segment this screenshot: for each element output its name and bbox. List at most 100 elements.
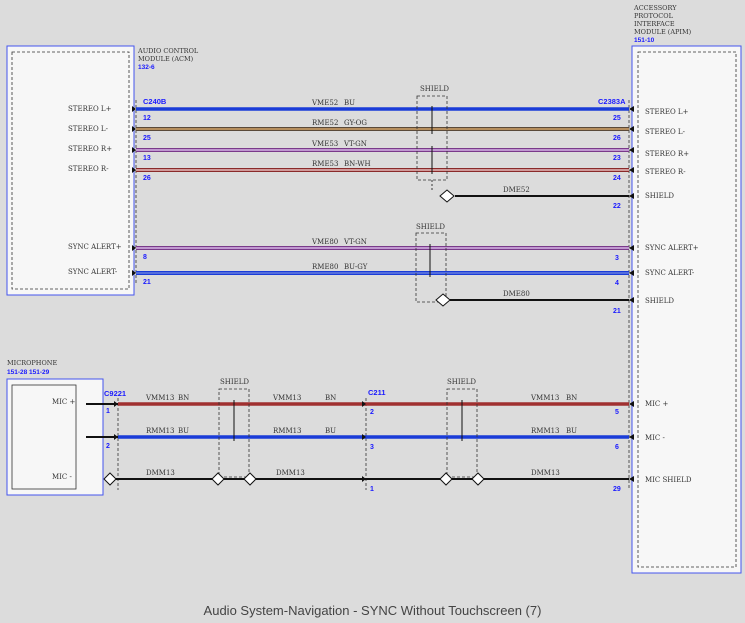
wire-circuit: VME52 — [311, 99, 338, 107]
apim-ref: 151-10 — [634, 37, 655, 44]
acm-pin-label: STEREO R- — [68, 165, 109, 173]
apim-pin-number: 24 — [613, 175, 621, 182]
wire-circuit: DMM13 — [146, 469, 175, 477]
wire-circuit: VMM13 — [145, 394, 174, 402]
mic-wires — [86, 402, 629, 480]
shield-drain-diamond — [439, 472, 453, 486]
wire-color: GY-OG — [344, 119, 367, 127]
apim-pin-label: MIC SHIELD — [645, 476, 692, 484]
acm-ref: 132-6 — [138, 64, 155, 71]
microphone-name: MICROPHONE — [7, 359, 57, 367]
apim-pin-label: SHIELD — [645, 297, 674, 305]
apim-pin-label: SYNC ALERT- — [645, 269, 695, 277]
acm-pin-label: STEREO R+ — [68, 145, 112, 153]
c211-pin-number: 3 — [370, 444, 374, 451]
wire-color: BU — [325, 427, 336, 435]
shield-label: SHIELD — [416, 223, 445, 231]
diagram-page: { "caption": "Audio System-Navigation - … — [0, 0, 745, 623]
wire-color: BN — [178, 394, 189, 402]
apim-pin-number: 21 — [613, 308, 621, 315]
acm-pin-number: 21 — [143, 279, 151, 286]
wire-circuit: DME52 — [503, 186, 530, 194]
wire-circuit: DMM13 — [276, 469, 305, 477]
wire-circuit: VME80 — [311, 238, 338, 246]
acm-name-line2: MODULE (ACM) — [138, 55, 194, 63]
wire-color: BN — [325, 394, 336, 402]
wire-circuit: VMM13 — [530, 394, 559, 402]
acm-pin-number: 25 — [143, 135, 151, 142]
acm-connector-id: C240B — [143, 97, 167, 106]
apim-pin-label: SYNC ALERT+ — [645, 244, 699, 252]
wire-color: BU — [178, 427, 189, 435]
apim-pin-label: MIC - — [645, 434, 666, 442]
apim-pin-number: 25 — [613, 115, 621, 122]
acm-pin-label: SYNC ALERT- — [68, 268, 118, 276]
wire-circuit: RME53 — [312, 160, 338, 168]
stereo-wires — [136, 107, 629, 197]
wire-color: BN — [566, 394, 577, 402]
apim-pin-number: 6 — [615, 444, 619, 451]
wire-labels: VME52 BU RME52 GY-OG VME53 VT-GN RME53 B… — [145, 99, 577, 477]
acm-pin-label: SYNC ALERT+ — [68, 243, 122, 251]
apim-pin-label: MIC + — [645, 400, 669, 408]
mic-pin-label: MIC - — [52, 473, 73, 481]
wire-circuit: RMM13 — [146, 427, 175, 435]
mic-pin-number: 1 — [106, 408, 110, 415]
wire-color: VT-GN — [343, 140, 367, 148]
acm-name-line1: AUDIO CONTROL — [137, 47, 199, 55]
mic-pin-label: MIC + — [52, 398, 76, 406]
shield-label: SHIELD — [447, 378, 476, 386]
wire-circuit: RMM13 — [531, 427, 560, 435]
wire-circuit: RME80 — [312, 263, 338, 271]
shield-drain-diamond — [471, 472, 485, 486]
wire-circuit: RMM13 — [273, 427, 302, 435]
wire-circuit: DMM13 — [531, 469, 560, 477]
acm-pin-number: 26 — [143, 175, 151, 182]
shield-label: SHIELD — [220, 378, 249, 386]
shield-drain-diamond — [211, 472, 225, 486]
apim-pin-label: STEREO R+ — [645, 150, 689, 158]
acm-pin-label: STEREO L- — [68, 125, 109, 133]
apim-pin-number: 3 — [615, 255, 619, 262]
shield-drain-diamond — [435, 293, 451, 307]
wire-color: BU — [344, 99, 355, 107]
apim-pin-number: 22 — [613, 203, 621, 210]
shield-box — [415, 232, 447, 303]
c211-pin-number: 1 — [370, 486, 374, 493]
apim-name-line3: INTERFACE — [634, 20, 675, 28]
c211-connector-id: C211 — [368, 388, 386, 397]
acm-pin-number: 8 — [143, 254, 147, 261]
apim-name-line2: PROTOCOL — [634, 12, 674, 20]
shield-drain-diamond — [243, 472, 257, 486]
apim-pin-label: STEREO L+ — [645, 108, 689, 116]
apim-pin-label: SHIELD — [645, 192, 674, 200]
apim-module-box — [631, 45, 742, 574]
mic-drain-diamond — [103, 472, 117, 486]
wire-circuit: DME80 — [503, 290, 530, 298]
apim-connector-id: C2383A — [598, 97, 626, 106]
wire-color: BU-GY — [344, 263, 368, 271]
mic-pin-number: 2 — [106, 443, 110, 450]
apim-pin-number: 23 — [613, 155, 621, 162]
apim-name-line1: ACCESSORY — [633, 4, 677, 12]
wiring-diagram: AUDIO CONTROL MODULE (ACM) 132-6 ACCESSO… — [6, 4, 742, 574]
wire-color: BU — [566, 427, 577, 435]
apim-name-line4: MODULE (APIM) — [634, 28, 692, 36]
sync-alert-wires — [136, 246, 629, 301]
diagram-caption: Audio System-Navigation - SYNC Without T… — [203, 603, 542, 618]
terminal-arrows — [114, 106, 634, 482]
wire-color: VT-GN — [343, 238, 367, 246]
shield-drain-diamond — [439, 189, 455, 203]
c9221-connector-id: C9221 — [104, 389, 126, 398]
wire-circuit: VME53 — [311, 140, 338, 148]
acm-pin-number: 13 — [143, 155, 151, 162]
wire-circuit: VMM13 — [272, 394, 301, 402]
shields: SHIELD SHIELD SHIELD SHIELD — [103, 85, 485, 486]
acm-pin-number: 12 — [143, 115, 151, 122]
apim-pin-label: STEREO R- — [645, 168, 686, 176]
apim-pin-number: 5 — [615, 409, 619, 416]
microphone-ref: 151-28 151-29 — [7, 369, 50, 376]
apim-pin-number: 29 — [613, 486, 621, 493]
wire-color: BN-WH — [344, 160, 371, 168]
apim-pin-number: 4 — [615, 280, 619, 287]
